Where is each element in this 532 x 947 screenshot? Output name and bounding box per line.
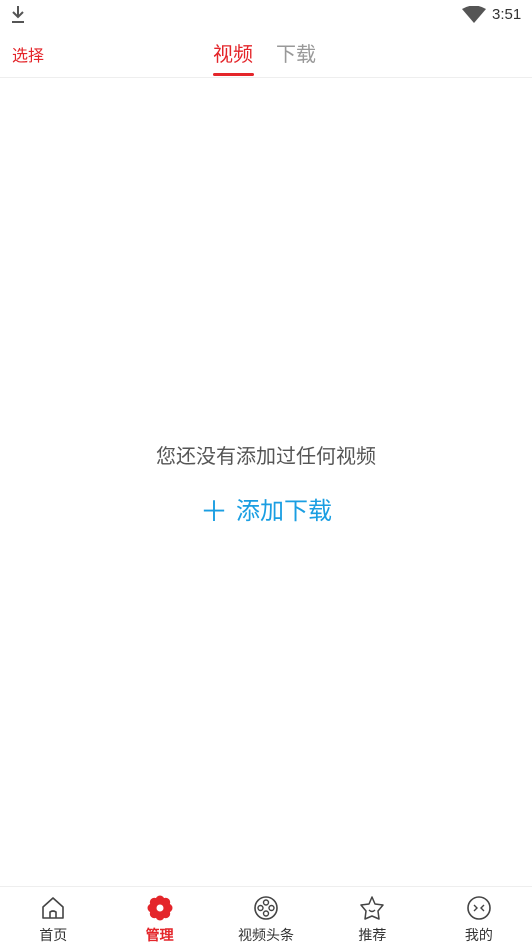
star-face-icon	[360, 896, 385, 920]
film-reel-icon	[254, 896, 278, 920]
nav-item-recommend[interactable]: 推荐	[319, 887, 425, 947]
gear-icon	[147, 895, 173, 921]
nav-item-home[interactable]: 首页	[0, 887, 106, 947]
status-time: 3:51	[492, 6, 522, 23]
bottom-nav: 首页 管理 视频头条 推荐 我的	[0, 886, 532, 947]
nav-label-recommend: 推荐	[358, 928, 387, 944]
tab-video[interactable]: 视频	[213, 38, 253, 67]
nav-label-manage: 管理	[145, 928, 174, 944]
nav-item-manage[interactable]: 管理	[106, 887, 212, 947]
empty-state-message: 您还没有添加过任何视频	[156, 444, 376, 468]
nav-label-mine: 我的	[464, 928, 493, 944]
home-icon	[42, 897, 65, 919]
nav-item-video-headlines[interactable]: 视频头条	[213, 887, 319, 947]
nav-label-home: 首页	[39, 928, 68, 944]
select-button[interactable]: 选择	[12, 42, 44, 66]
nav-item-mine[interactable]: 我的	[426, 887, 532, 947]
add-download-button[interactable]: ＋ 添加下载	[0, 490, 532, 530]
profile-face-icon	[467, 896, 491, 920]
top-bar: 选择 视频 下载	[0, 30, 532, 78]
add-download-label: 添加下载	[236, 497, 332, 525]
active-tab-indicator	[213, 73, 254, 76]
nav-label-video-headlines: 视频头条	[238, 928, 295, 944]
plus-icon: ＋	[199, 495, 228, 528]
download-icon	[12, 6, 24, 23]
wifi-icon	[462, 6, 486, 23]
status-bar: 3:51	[0, 0, 532, 30]
tab-download[interactable]: 下载	[276, 38, 316, 67]
